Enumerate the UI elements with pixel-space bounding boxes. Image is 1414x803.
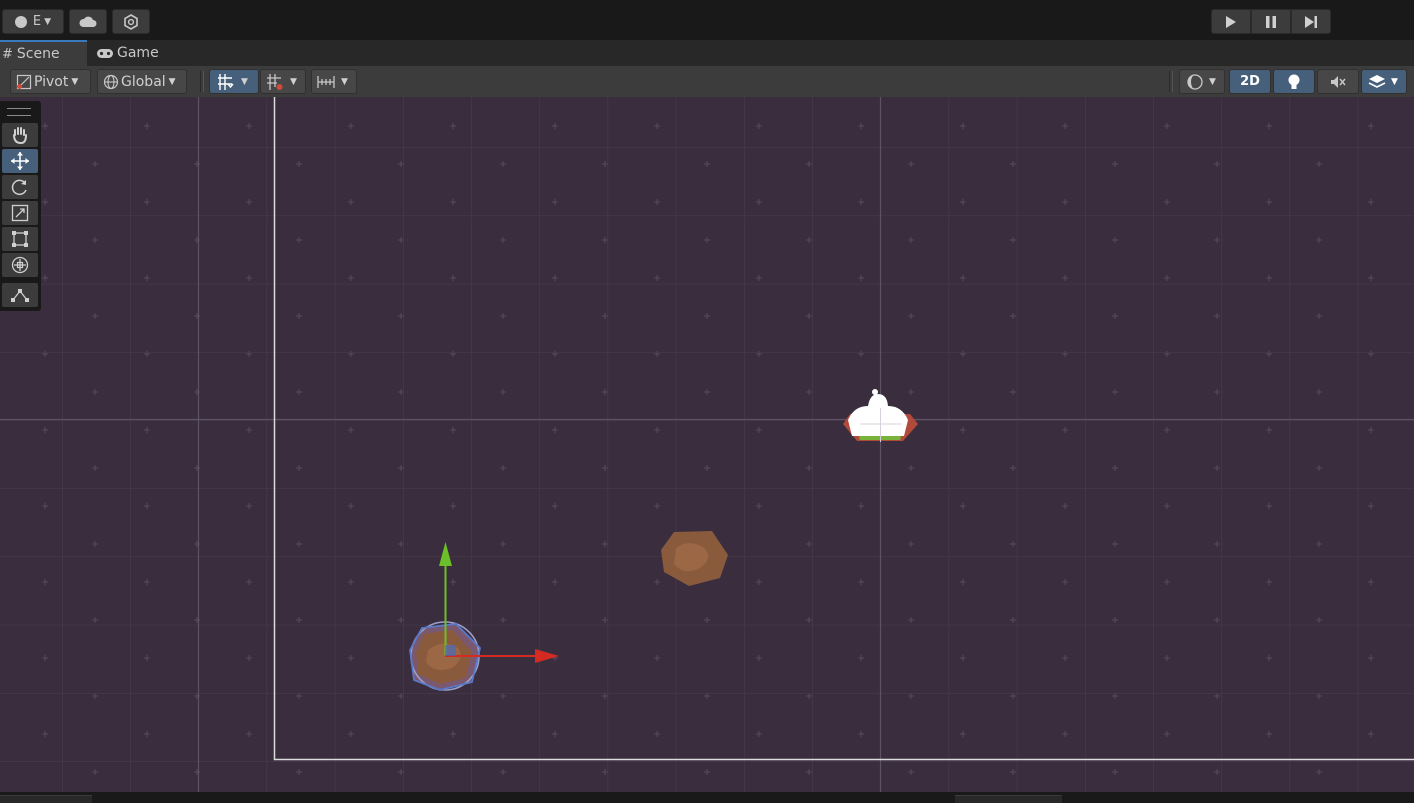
2d-mode-toggle[interactable]: 2D (1229, 69, 1271, 94)
scene-toolbar: Pivot ▼ Global ▼ ▼ ▼ ▼ ▼ 2D ▼ (0, 66, 1414, 97)
tab-scene[interactable]: # Scene (0, 40, 87, 66)
cloud-button[interactable] (69, 9, 107, 34)
lighting-toggle[interactable] (1273, 69, 1315, 94)
grid-visibility-icon (217, 73, 235, 91)
rect-tool[interactable] (2, 227, 38, 251)
chevron-down-icon: ▼ (169, 77, 176, 87)
tab-bar: # Scene Game (0, 40, 1414, 66)
chevron-down-icon: ▼ (341, 77, 348, 87)
account-button[interactable]: E ▼ (2, 9, 64, 34)
services-icon (123, 14, 139, 30)
tab-game[interactable]: Game (96, 40, 176, 66)
ruler-icon (317, 75, 335, 89)
snap-icon (266, 73, 284, 91)
scale-icon (11, 204, 29, 222)
transform-tool[interactable] (2, 253, 38, 277)
globe-icon (103, 74, 119, 90)
shading-mode-icon (1186, 73, 1204, 91)
global-dropdown[interactable]: Global ▼ (97, 69, 187, 94)
grid-icon: # (2, 47, 13, 62)
chevron-down-icon: ▼ (241, 77, 248, 87)
account-label: E (33, 14, 41, 29)
account-icon (15, 16, 27, 28)
toolbar-separator (200, 71, 204, 92)
chevron-down-icon: ▼ (71, 77, 78, 87)
scene-view[interactable] (0, 97, 1414, 792)
custom-editor-icon (10, 287, 30, 303)
scene-canvas[interactable] (0, 97, 1414, 792)
chevron-down-icon: ▼ (44, 17, 51, 27)
transform-icon (11, 256, 29, 274)
move-tool[interactable] (2, 149, 38, 173)
pivot-icon (16, 74, 32, 90)
draw-mode-dropdown[interactable]: ▼ (1179, 69, 1225, 94)
hand-icon (11, 126, 29, 144)
grid-snap-toggle[interactable]: ▼ (209, 69, 259, 94)
scale-tool[interactable] (2, 201, 38, 225)
audio-toggle[interactable] (1317, 69, 1359, 94)
gamepad-icon (96, 48, 114, 59)
move-icon (10, 151, 30, 171)
cloud-icon (79, 16, 97, 28)
tab-scene-label: Scene (17, 46, 60, 62)
global-label: Global (121, 74, 166, 90)
2d-label: 2D (1240, 74, 1260, 89)
tab-game-label: Game (117, 45, 159, 61)
pivot-dropdown[interactable]: Pivot ▼ (10, 69, 91, 94)
effects-dropdown[interactable]: ▼ (1361, 69, 1407, 94)
step-icon (1304, 15, 1318, 29)
custom-tool[interactable] (2, 283, 38, 307)
rect-transform-icon (11, 230, 29, 248)
hand-tool[interactable] (2, 123, 38, 147)
bottom-panel-strip (0, 792, 1414, 802)
rotate-icon (11, 178, 29, 196)
chevron-down-icon: ▼ (1209, 77, 1216, 87)
palette-drag-handle[interactable] (7, 108, 31, 116)
step-button[interactable] (1291, 9, 1331, 34)
pause-button[interactable] (1251, 9, 1291, 34)
xy-plane-handle[interactable] (445, 645, 456, 656)
audio-mute-icon (1330, 75, 1346, 89)
chevron-down-icon: ▼ (290, 77, 297, 87)
top-toolbar: E ▼ (0, 3, 1414, 40)
minor-grid (0, 97, 1414, 792)
pause-icon (1265, 15, 1277, 29)
collab-button[interactable] (112, 9, 150, 34)
pivot-label: Pivot (34, 74, 68, 90)
toolbar-separator (1169, 71, 1173, 92)
layers-icon (1368, 74, 1386, 90)
tool-palette (0, 101, 41, 311)
play-button[interactable] (1211, 9, 1251, 34)
grid-snapping-dropdown[interactable]: ▼ (260, 69, 306, 94)
chevron-down-icon: ▼ (1391, 77, 1398, 87)
rotate-tool[interactable] (2, 175, 38, 199)
increment-snap-dropdown[interactable]: ▼ (311, 69, 357, 94)
lightbulb-icon (1287, 73, 1301, 91)
play-icon (1225, 15, 1237, 29)
